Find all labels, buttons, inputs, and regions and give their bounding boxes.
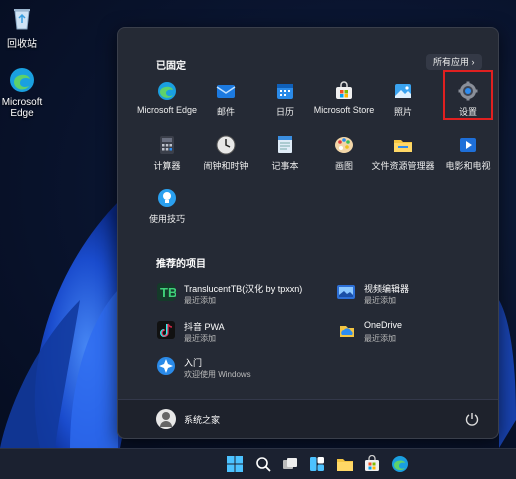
- taskbar: [0, 448, 516, 479]
- douyin-icon: [156, 320, 176, 340]
- recommended-item[interactable]: 抖音 PWA 最近添加: [156, 318, 326, 352]
- get-started-icon: [156, 356, 176, 376]
- desktop-icon-edge[interactable]: Microsoft Edge: [0, 66, 52, 119]
- widgets-icon[interactable]: [308, 455, 326, 473]
- pinned-app-label: 闹钟和时钟: [203, 161, 249, 171]
- store-icon[interactable]: [363, 454, 381, 473]
- pinned-app-notepad[interactable]: 记事本: [253, 135, 317, 172]
- recommended-item[interactable]: 视频编辑器 最近添加: [336, 280, 506, 314]
- pinned-app-label: 日历: [275, 107, 294, 117]
- recommended-item-subtitle: 最近添加: [364, 296, 396, 305]
- pinned-app-label: 电影和电视: [445, 161, 491, 171]
- pinned-app-movies[interactable]: 电影和电视: [436, 135, 500, 172]
- calendar-icon: [275, 81, 295, 101]
- recommended-item-subtitle: 最近添加: [184, 296, 216, 305]
- mail-icon: [216, 81, 236, 101]
- pinned-app-label: 照片: [393, 107, 412, 117]
- movies-icon: [458, 135, 478, 155]
- recommended-item[interactable]: TB TranslucentTB(汉化 by tpxxn) 最近添加: [156, 280, 326, 314]
- recommended-section-title: 推荐的项目: [156, 259, 206, 270]
- pinned-app-label: 画图: [334, 161, 353, 171]
- edge-icon: [8, 66, 36, 94]
- recommended-item-name: 入门: [184, 358, 203, 368]
- paint-icon: [334, 135, 354, 155]
- power-icon: [465, 413, 479, 426]
- pinned-app-store[interactable]: Microsoft Store: [312, 81, 376, 115]
- video-editor-icon: [336, 282, 356, 302]
- pinned-app-label: 文件资源管理器: [371, 161, 435, 171]
- pinned-app-paint[interactable]: 画图: [312, 135, 376, 172]
- desktop-icon-recycle-bin[interactable]: 回收站: [0, 4, 52, 50]
- pinned-app-label: Microsoft Edge: [136, 105, 198, 115]
- folder-icon: [393, 135, 413, 155]
- onedrive-icon: [336, 320, 356, 340]
- recommended-item-subtitle: 欢迎使用 Windows: [184, 370, 251, 379]
- all-apps-button[interactable]: 所有应用 ›: [426, 54, 482, 70]
- pinned-app-tips[interactable]: 使用技巧: [135, 188, 199, 225]
- pinned-app-label: 邮件: [216, 107, 235, 117]
- store-icon: [334, 81, 354, 101]
- pinned-app-mail[interactable]: 邮件: [194, 81, 258, 118]
- pinned-section-title: 已固定: [156, 61, 186, 72]
- pinned-app-photos[interactable]: 照片: [371, 81, 435, 118]
- user-name[interactable]: 系统之家: [184, 413, 220, 426]
- search-icon[interactable]: [254, 455, 272, 473]
- calculator-icon: [157, 135, 177, 155]
- notepad-icon: [275, 135, 295, 155]
- pinned-app-calendar[interactable]: 日历: [253, 81, 317, 118]
- pinned-app-edge[interactable]: Microsoft Edge: [135, 81, 199, 115]
- recommended-item-name: 视频编辑器: [364, 284, 410, 294]
- svg-text:TB: TB: [160, 285, 176, 300]
- pinned-app-calculator[interactable]: 计算器: [135, 135, 199, 172]
- file-explorer-icon[interactable]: [336, 455, 354, 473]
- photos-icon: [393, 81, 413, 101]
- start-icon[interactable]: [226, 455, 244, 473]
- pinned-app-label: 使用技巧: [148, 214, 185, 224]
- recommended-item-subtitle: 最近添加: [184, 334, 216, 343]
- pinned-app-label: 计算器: [153, 161, 181, 171]
- pinned-app-label: Microsoft Store: [313, 105, 375, 115]
- pinned-app-file-explorer[interactable]: 文件资源管理器: [371, 135, 435, 172]
- start-menu: 已固定 所有应用 › Microsoft Edge 邮件 日历 Microsof…: [117, 27, 499, 439]
- clock-icon: [216, 135, 236, 155]
- translucenttb-icon: TB: [156, 282, 177, 302]
- tips-icon: [157, 188, 177, 208]
- pinned-app-clock[interactable]: 闹钟和时钟: [194, 135, 258, 172]
- edge-icon[interactable]: [391, 455, 409, 473]
- recommended-item[interactable]: OneDrive 最近添加: [336, 318, 506, 352]
- settings-highlight-box: [443, 70, 493, 120]
- desktop-icon-label: 回收站: [7, 39, 37, 50]
- recommended-item-subtitle: 最近添加: [364, 334, 396, 343]
- task-view-icon[interactable]: [281, 455, 299, 473]
- start-menu-footer: 系统之家: [118, 399, 498, 438]
- recycle-bin-icon: [8, 4, 36, 32]
- recommended-item-name: TranslucentTB(汉化 by tpxxn): [184, 284, 303, 294]
- avatar[interactable]: [156, 409, 176, 429]
- recommended-item-name: 抖音 PWA: [184, 322, 225, 332]
- edge-icon: [157, 81, 177, 101]
- power-button[interactable]: [464, 411, 480, 427]
- pinned-app-label: 记事本: [271, 161, 299, 171]
- recommended-item-name: OneDrive: [364, 320, 403, 330]
- recommended-item[interactable]: 入门 欢迎使用 Windows: [156, 354, 326, 388]
- desktop-icon-label: Microsoft Edge: [1, 97, 43, 119]
- all-apps-label: 所有应用: [433, 57, 470, 67]
- chevron-right-icon: ›: [471, 57, 475, 67]
